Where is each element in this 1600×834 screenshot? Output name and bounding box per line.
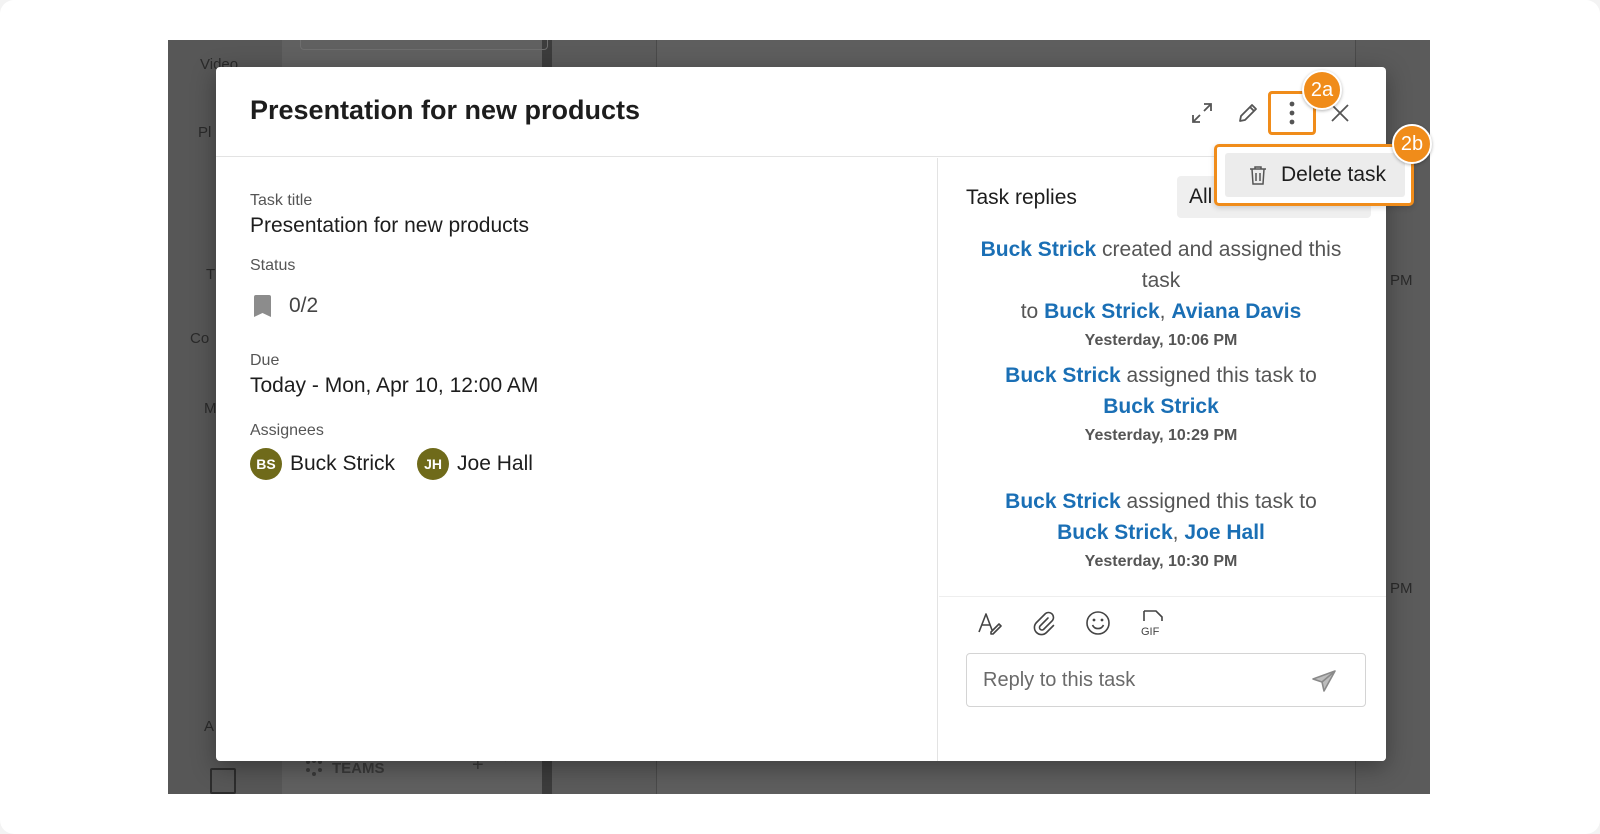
teams-section-header: TEAMS	[304, 758, 385, 778]
send-button[interactable]	[1309, 667, 1339, 695]
target-link[interactable]: Joe Hall	[1184, 521, 1265, 544]
bg-time-fragment-2: PM	[1390, 580, 1413, 597]
gif-icon: GIF	[1141, 610, 1163, 637]
bg-time-fragment-1: PM	[1390, 272, 1413, 289]
vertical-dots-icon	[1289, 101, 1295, 125]
reply-composer: GIF	[939, 596, 1386, 761]
activity-line: Buck Strick created and assigned this ta…	[959, 234, 1363, 296]
assignee-chip[interactable]: BS Buck Strick	[250, 448, 395, 480]
assignee-name: Buck Strick	[290, 452, 396, 475]
teams-label: TEAMS	[332, 759, 385, 777]
due-label: Due	[250, 352, 280, 369]
app-search-box	[300, 40, 548, 50]
task-title-label: Task title	[250, 192, 313, 209]
rail-label-3: T	[206, 266, 216, 283]
edit-button[interactable]	[1230, 95, 1266, 131]
avatar: BS	[250, 448, 282, 480]
document-icon	[210, 768, 236, 794]
paperclip-icon	[1033, 611, 1055, 636]
actor-link[interactable]: Buck Strick	[1005, 490, 1121, 513]
teams-icon	[306, 759, 322, 776]
status-row[interactable]: 0/2	[254, 294, 318, 318]
rail-label-7: A	[204, 718, 215, 735]
attach-button[interactable]	[1027, 607, 1059, 639]
more-options-menu: Delete task	[1214, 144, 1414, 206]
send-icon	[1312, 670, 1336, 692]
avatar: JH	[417, 448, 450, 480]
activity-line: to Buck Strick, Aviana Davis	[1020, 300, 1302, 323]
activity-text: assigned this task to	[1120, 490, 1317, 513]
modal-title: Presentation for new products	[250, 95, 641, 125]
task-modal: Presentation for new products Task title…	[216, 67, 1386, 761]
activity-time: Yesterday, 10:29 PM	[1084, 427, 1238, 444]
trash-icon	[1250, 166, 1266, 185]
activity-time: Yesterday, 10:06 PM	[1084, 332, 1238, 349]
callout-badge-2a: 2a	[1302, 70, 1342, 110]
reply-input[interactable]	[966, 653, 1366, 707]
activity-line: Buck Strick, Joe Hall	[1057, 521, 1265, 544]
expand-icon	[1192, 103, 1212, 123]
activity-item: Buck Strick assigned this task to Buck S…	[959, 360, 1363, 445]
delete-task-menu-item[interactable]: Delete task	[1225, 153, 1405, 197]
task-title-value: Presentation for new products	[250, 214, 529, 237]
activity-line: Buck Strick assigned this task to	[959, 360, 1363, 391]
pencil-icon	[1239, 104, 1257, 122]
actor-link[interactable]: Buck Strick	[981, 238, 1097, 261]
activity-text: assigned this task to	[1120, 364, 1317, 387]
callout-badge-2b: 2b	[1392, 124, 1432, 164]
delete-task-label: Delete task	[1281, 163, 1387, 186]
gif-button[interactable]: GIF	[1137, 607, 1169, 639]
activity-time: Yesterday, 10:30 PM	[1084, 553, 1238, 570]
assignees-list: BS Buck Strick JH Joe Hall	[250, 448, 533, 480]
activity-line: Buck Strick assigned this task to	[959, 486, 1363, 517]
status-label: Status	[250, 257, 296, 274]
actor-link[interactable]: Buck Strick	[1005, 364, 1121, 387]
target-link[interactable]: Buck Strick	[1044, 300, 1160, 323]
format-text-icon	[978, 613, 1002, 635]
status-value: 0/2	[289, 294, 319, 317]
filter-value: All	[1189, 185, 1213, 208]
activity-item: Buck Strick created and assigned this ta…	[959, 234, 1363, 350]
bookmark-icon	[254, 295, 271, 317]
target-link[interactable]: Buck Strick	[1103, 395, 1219, 418]
activity-line: Buck Strick	[959, 391, 1363, 422]
replies-title: Task replies	[966, 186, 1077, 209]
task-replies-panel: Task replies All Buck Strick created and…	[939, 158, 1386, 761]
rail-label-5: Co	[190, 330, 210, 347]
assignee-name: Joe Hall	[457, 452, 533, 475]
assignees-label: Assignees	[250, 422, 324, 439]
activity-text: created and assigned this task	[1096, 238, 1342, 292]
target-link[interactable]: Buck Strick	[1057, 521, 1173, 544]
emoji-button[interactable]	[1082, 607, 1114, 639]
due-value: Today - Mon, Apr 10, 12:00 AM	[250, 374, 539, 397]
activity-item: Buck Strick assigned this task to Buck S…	[959, 486, 1363, 571]
target-link[interactable]: Aviana Davis	[1171, 300, 1301, 323]
gif-label: GIF	[1141, 626, 1160, 637]
expand-button[interactable]	[1184, 95, 1220, 131]
format-text-button[interactable]	[973, 607, 1005, 639]
modal-header: Presentation for new products	[216, 67, 1386, 157]
emoji-icon	[1086, 611, 1110, 635]
assignee-chip[interactable]: JH Joe Hall	[417, 448, 533, 480]
task-details-panel: Task title Presentation for new products…	[216, 158, 938, 761]
rail-label-2: Pl	[198, 124, 212, 141]
activity-text: to	[1020, 300, 1045, 323]
rail-label-6: M	[204, 400, 217, 417]
